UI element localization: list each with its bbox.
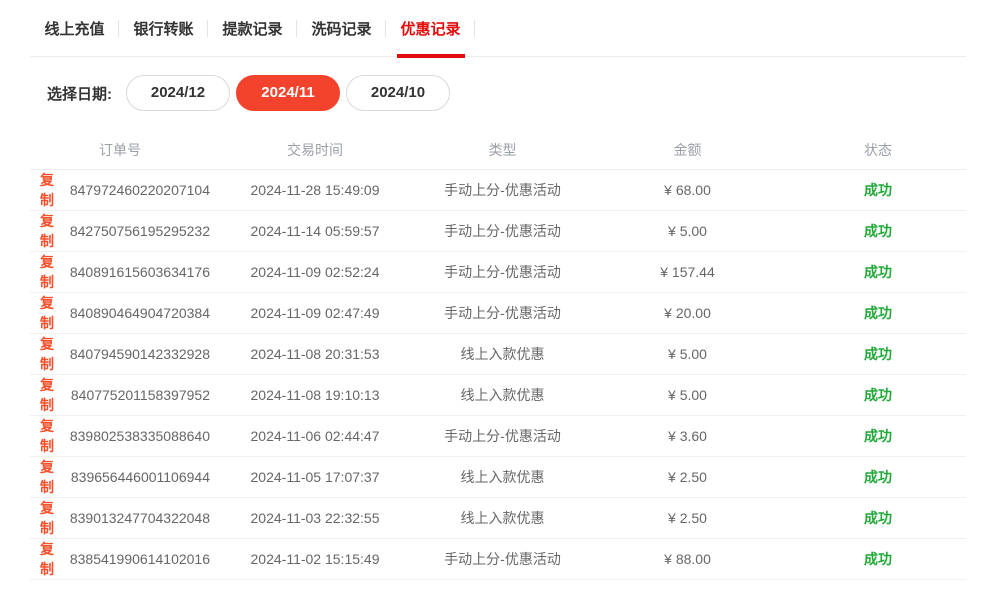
copy-button[interactable]: 复制 bbox=[40, 211, 62, 251]
tab-promo-records[interactable]: 优惠记录 bbox=[386, 0, 475, 56]
status-badge: 成功 bbox=[790, 303, 966, 323]
table-row: 复制 840891615603634176 2024-11-09 02:52:2… bbox=[30, 252, 966, 293]
header-amount: 金额 bbox=[585, 140, 790, 160]
date-option-2024-10[interactable]: 2024/10 bbox=[346, 75, 450, 111]
amount: ¥ 5.00 bbox=[585, 346, 790, 362]
transaction-time: 2024-11-02 15:15:49 bbox=[210, 551, 420, 567]
record-tabs: 线上充值 银行转账 提款记录 洗码记录 优惠记录 bbox=[30, 0, 966, 57]
amount: ¥ 5.00 bbox=[585, 223, 790, 239]
amount: ¥ 2.50 bbox=[585, 510, 790, 526]
transaction-type: 手动上分-优惠活动 bbox=[420, 426, 585, 446]
transaction-time: 2024-11-03 22:32:55 bbox=[210, 510, 420, 526]
transaction-time: 2024-11-09 02:47:49 bbox=[210, 305, 420, 321]
copy-button[interactable]: 复制 bbox=[40, 293, 62, 333]
order-number: 840775201158397952 bbox=[71, 387, 210, 403]
transaction-time: 2024-11-05 17:07:37 bbox=[210, 469, 420, 485]
header-time: 交易时间 bbox=[210, 140, 420, 160]
table-row: 复制 839013247704322048 2024-11-03 22:32:5… bbox=[30, 498, 966, 539]
amount: ¥ 3.60 bbox=[585, 428, 790, 444]
date-filter: 选择日期: 2024/12 2024/11 2024/10 bbox=[30, 75, 966, 111]
transaction-time: 2024-11-28 15:49:09 bbox=[210, 182, 420, 198]
tab-bank-transfer[interactable]: 银行转账 bbox=[119, 0, 208, 56]
transaction-time: 2024-11-06 02:44:47 bbox=[210, 428, 420, 444]
amount: ¥ 20.00 bbox=[585, 305, 790, 321]
status-badge: 成功 bbox=[790, 262, 966, 282]
table-row: 复制 840890464904720384 2024-11-09 02:47:4… bbox=[30, 293, 966, 334]
transaction-type: 手动上分-优惠活动 bbox=[420, 549, 585, 569]
copy-button[interactable]: 复制 bbox=[40, 416, 62, 456]
transaction-type: 手动上分-优惠活动 bbox=[420, 180, 585, 200]
amount: ¥ 2.50 bbox=[585, 469, 790, 485]
status-badge: 成功 bbox=[790, 467, 966, 487]
order-number: 842750756195295232 bbox=[70, 223, 210, 239]
status-badge: 成功 bbox=[790, 180, 966, 200]
header-type: 类型 bbox=[420, 140, 585, 160]
copy-button[interactable]: 复制 bbox=[40, 539, 62, 579]
amount: ¥ 5.00 bbox=[585, 387, 790, 403]
transaction-type: 线上入款优惠 bbox=[420, 344, 585, 364]
copy-button[interactable]: 复制 bbox=[40, 334, 62, 374]
transaction-type: 线上入款优惠 bbox=[420, 467, 585, 487]
table-row: 复制 842750756195295232 2024-11-14 05:59:5… bbox=[30, 211, 966, 252]
transaction-type: 线上入款优惠 bbox=[420, 508, 585, 528]
table-row: 复制 840794590142332928 2024-11-08 20:31:5… bbox=[30, 334, 966, 375]
status-badge: 成功 bbox=[790, 549, 966, 569]
status-badge: 成功 bbox=[790, 426, 966, 446]
amount: ¥ 88.00 bbox=[585, 551, 790, 567]
promo-records-table: 订单号 交易时间 类型 金额 状态 复制 847972460220207104 … bbox=[30, 130, 966, 580]
table-row: 复制 840775201158397952 2024-11-08 19:10:1… bbox=[30, 375, 966, 416]
date-filter-label: 选择日期: bbox=[47, 83, 112, 104]
status-badge: 成功 bbox=[790, 221, 966, 241]
table-header-row: 订单号 交易时间 类型 金额 状态 bbox=[30, 130, 966, 170]
date-option-2024-12[interactable]: 2024/12 bbox=[126, 75, 230, 111]
table-row: 复制 839802538335088640 2024-11-06 02:44:4… bbox=[30, 416, 966, 457]
copy-button[interactable]: 复制 bbox=[40, 170, 62, 210]
tab-withdrawal-records[interactable]: 提款记录 bbox=[208, 0, 297, 56]
header-order-no: 订单号 bbox=[30, 140, 210, 160]
status-badge: 成功 bbox=[790, 385, 966, 405]
order-number: 840794590142332928 bbox=[70, 346, 210, 362]
copy-button[interactable]: 复制 bbox=[40, 457, 63, 497]
transaction-time: 2024-11-09 02:52:24 bbox=[210, 264, 420, 280]
amount: ¥ 157.44 bbox=[585, 264, 790, 280]
transaction-time: 2024-11-08 20:31:53 bbox=[210, 346, 420, 362]
transaction-type: 线上入款优惠 bbox=[420, 385, 585, 405]
tab-online-recharge[interactable]: 线上充值 bbox=[30, 0, 119, 56]
table-row: 复制 839656446001106944 2024-11-05 17:07:3… bbox=[30, 457, 966, 498]
order-number: 840891615603634176 bbox=[70, 264, 210, 280]
tab-rebate-records[interactable]: 洗码记录 bbox=[297, 0, 386, 56]
order-number: 840890464904720384 bbox=[70, 305, 210, 321]
header-status: 状态 bbox=[790, 140, 966, 160]
order-number: 838541990614102016 bbox=[70, 551, 210, 567]
transaction-time: 2024-11-14 05:59:57 bbox=[210, 223, 420, 239]
order-number: 847972460220207104 bbox=[70, 182, 210, 198]
order-number: 839656446001106944 bbox=[71, 469, 210, 485]
date-option-2024-11[interactable]: 2024/11 bbox=[236, 75, 340, 111]
transaction-type: 手动上分-优惠活动 bbox=[420, 262, 585, 282]
copy-button[interactable]: 复制 bbox=[40, 252, 62, 292]
copy-button[interactable]: 复制 bbox=[40, 498, 62, 538]
transaction-type: 手动上分-优惠活动 bbox=[420, 221, 585, 241]
status-badge: 成功 bbox=[790, 508, 966, 528]
amount: ¥ 68.00 bbox=[585, 182, 790, 198]
order-number: 839013247704322048 bbox=[70, 510, 210, 526]
table-row: 复制 847972460220207104 2024-11-28 15:49:0… bbox=[30, 170, 966, 211]
status-badge: 成功 bbox=[790, 344, 966, 364]
transaction-type: 手动上分-优惠活动 bbox=[420, 303, 585, 323]
copy-button[interactable]: 复制 bbox=[40, 375, 63, 415]
transaction-time: 2024-11-08 19:10:13 bbox=[210, 387, 420, 403]
order-number: 839802538335088640 bbox=[70, 428, 210, 444]
table-row: 复制 838541990614102016 2024-11-02 15:15:4… bbox=[30, 539, 966, 580]
